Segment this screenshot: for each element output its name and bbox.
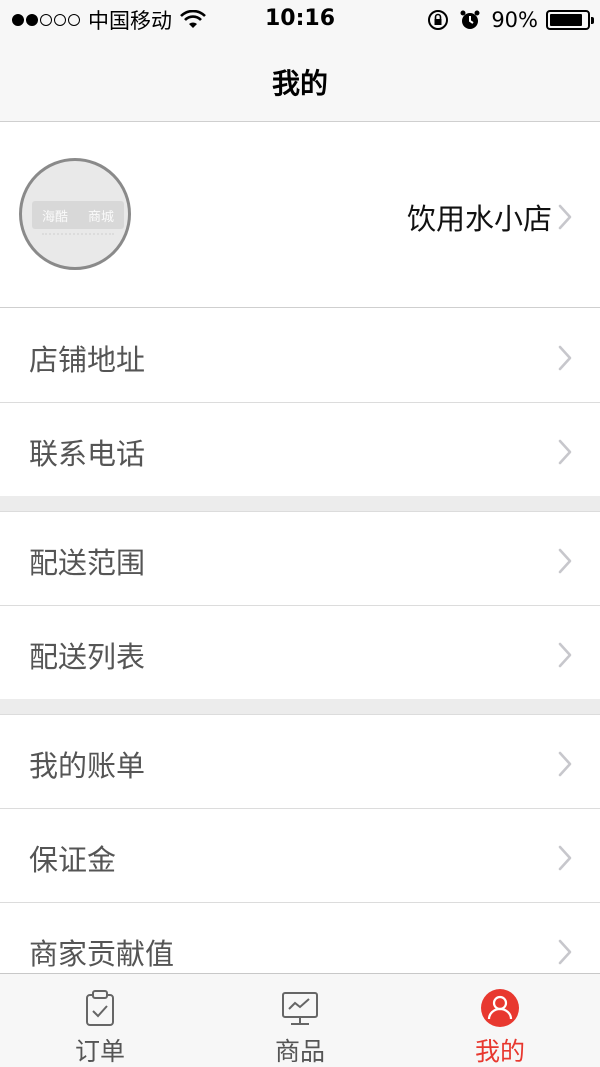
- menu-item-contact-phone[interactable]: 联系电话: [0, 403, 600, 497]
- status-right: 90%: [427, 7, 594, 33]
- avatar-logo: 海酷 商城: [32, 201, 124, 229]
- chevron-right-icon: [558, 845, 572, 871]
- avatar[interactable]: 海酷 商城: [19, 158, 131, 270]
- menu-item-label: 配送列表: [29, 640, 146, 674]
- page-title: 我的: [271, 67, 328, 100]
- profile-row[interactable]: 海酷 商城 饮用水小店: [0, 122, 600, 308]
- menu-item-label: 我的账单: [29, 749, 146, 783]
- menu-item-label: 联系电话: [29, 437, 146, 471]
- menu-item-label: 保证金: [29, 843, 117, 877]
- status-bar: 中国移动 10:16 90%: [0, 0, 600, 40]
- user-icon: [481, 989, 519, 1027]
- menu-item-my-bills[interactable]: 我的账单: [0, 715, 600, 809]
- tab-label: 商品: [274, 1037, 325, 1066]
- menu-item-label: 商家贡献值: [29, 937, 175, 971]
- menu-item-store-address[interactable]: 店铺地址: [0, 309, 600, 403]
- tab-orders[interactable]: 订单: [0, 974, 200, 1067]
- rotation-lock-icon: [428, 10, 449, 30]
- menu-item-delivery-range[interactable]: 配送范围: [0, 512, 600, 606]
- battery-icon: [546, 10, 594, 30]
- store-name: 饮用水小店: [406, 202, 552, 236]
- menu-item-deposit[interactable]: 保证金: [0, 809, 600, 903]
- tab-mine[interactable]: 我的: [400, 974, 600, 1067]
- chevron-right-icon: [558, 345, 572, 371]
- battery-fill: [550, 14, 583, 26]
- tab-products[interactable]: 商品: [200, 974, 400, 1067]
- chevron-right-icon: [558, 204, 572, 230]
- chevron-right-icon: [558, 439, 572, 465]
- chevron-right-icon: [558, 939, 572, 965]
- nav-bar: 我的: [0, 40, 600, 122]
- menu-item-label: 店铺地址: [29, 343, 146, 377]
- chevron-right-icon: [558, 548, 572, 574]
- menu-item-label: 配送范围: [29, 546, 146, 580]
- menu-item-delivery-list[interactable]: 配送列表: [0, 606, 600, 700]
- tab-label: 我的: [474, 1037, 525, 1066]
- battery-percent: 90%: [491, 8, 538, 32]
- clipboard-icon: [86, 990, 114, 1026]
- tab-bar: 订单 商品 我的: [0, 973, 600, 1067]
- monitor-icon: [282, 992, 318, 1025]
- alarm-icon: [460, 10, 480, 29]
- tab-label: 订单: [74, 1037, 125, 1066]
- avatar-logo-text: 商城: [87, 209, 114, 225]
- section-gap: [0, 699, 600, 715]
- chevron-right-icon: [558, 642, 572, 668]
- chevron-right-icon: [558, 751, 572, 777]
- avatar-logo-underline: [42, 233, 114, 236]
- avatar-logo-text: 海酷: [41, 209, 68, 225]
- section-gap: [0, 496, 600, 512]
